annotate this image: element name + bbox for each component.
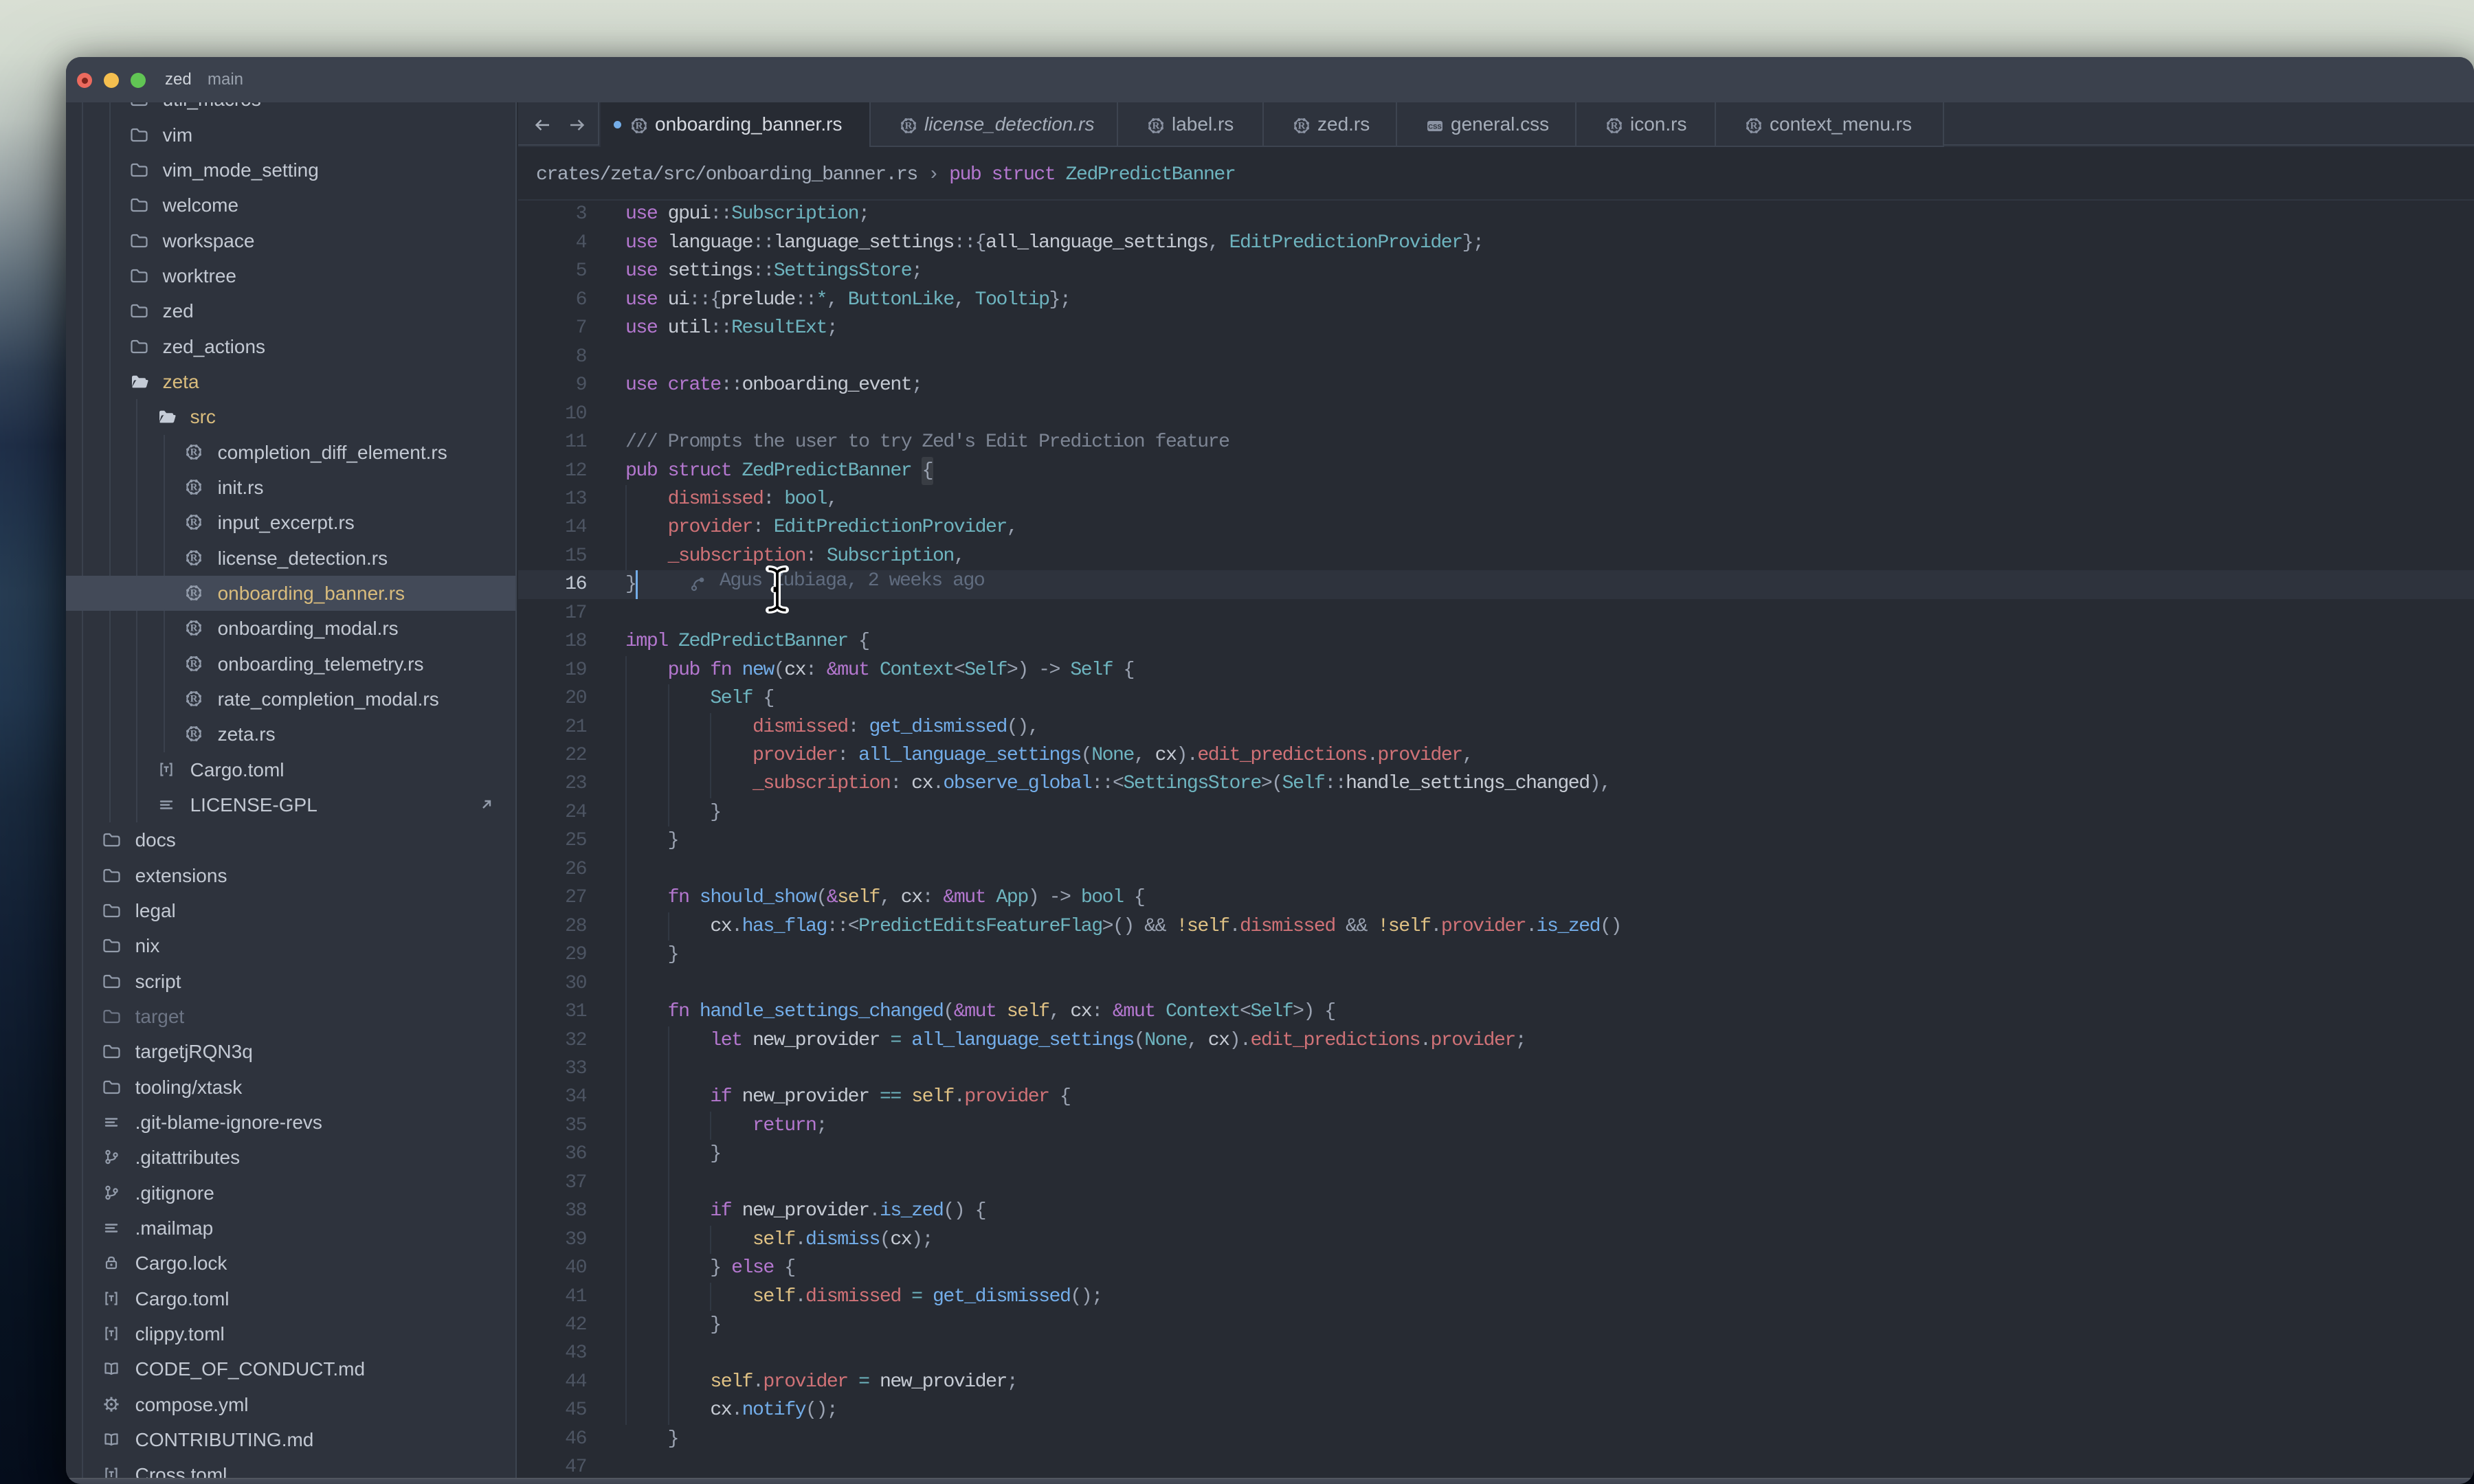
- svg-text:R: R: [905, 121, 913, 132]
- svg-text:R: R: [190, 517, 198, 528]
- svg-text:R: R: [190, 694, 198, 705]
- svg-text:R: R: [1152, 121, 1160, 132]
- svg-text:R: R: [1750, 121, 1758, 132]
- svg-text:R: R: [190, 552, 198, 563]
- svg-text:R: R: [190, 482, 198, 493]
- svg-text:R: R: [190, 447, 198, 458]
- svg-text:R: R: [1611, 121, 1618, 132]
- svg-text:R: R: [190, 623, 198, 634]
- svg-text:R: R: [636, 121, 643, 132]
- svg-text:R: R: [1298, 121, 1306, 132]
- svg-text:R: R: [190, 658, 198, 669]
- svg-text:R: R: [190, 729, 198, 740]
- svg-text:CSS: CSS: [1428, 124, 1442, 131]
- svg-text:R: R: [190, 588, 198, 599]
